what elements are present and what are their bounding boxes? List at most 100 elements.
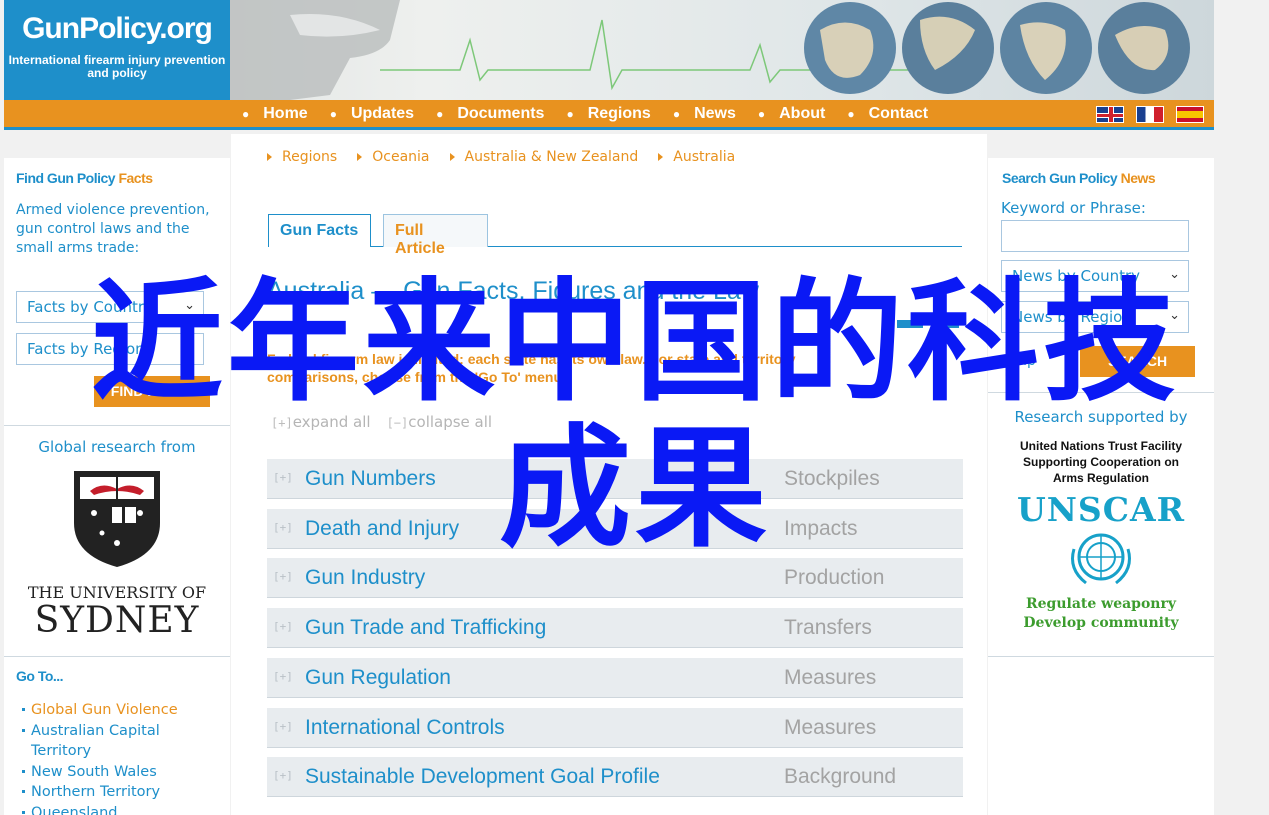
bullet-icon: ● xyxy=(566,107,574,121)
crumb-label: Regions xyxy=(282,149,338,165)
university-line2: SYDNEY xyxy=(34,600,200,641)
goto-title: Go To... xyxy=(16,668,64,684)
nav-contact[interactable]: ● Contact xyxy=(847,105,928,123)
globe-icon xyxy=(902,2,994,94)
facts-by-country-select[interactable]: Facts by Country ⌄ xyxy=(16,291,204,323)
help-link[interactable]: Help xyxy=(1004,353,1036,369)
expand-all-link[interactable]: [+]expand all xyxy=(271,413,371,431)
select-value: News by Country xyxy=(1012,267,1141,285)
bullet-icon: ● xyxy=(757,107,766,121)
nav-label: About xyxy=(779,105,826,122)
nav-home[interactable]: ● Home xyxy=(242,105,308,123)
divider xyxy=(988,392,1214,393)
section-label: International Controls xyxy=(305,716,505,739)
select-value: News by Region xyxy=(1012,308,1132,326)
breadcrumb-regions[interactable]: Regions xyxy=(267,149,337,165)
section-category: Production xyxy=(784,566,885,589)
unscar-line1: United Nations Trust Facility xyxy=(1019,439,1183,453)
chevron-down-icon: ⌄ xyxy=(1169,308,1180,323)
search-button[interactable]: SEARCH xyxy=(1080,346,1195,377)
globe-icon xyxy=(804,2,896,94)
research-supported-label: Research supported by xyxy=(1014,408,1188,426)
goto-item-global[interactable]: Global Gun Violence xyxy=(22,700,222,721)
title-accent: Facts xyxy=(118,170,153,186)
find-facts-description: Armed violence prevention, gun control l… xyxy=(16,202,210,256)
section-category: Impacts xyxy=(784,517,858,540)
breadcrumb-oceania[interactable]: Oceania xyxy=(357,149,430,165)
breadcrumb-anz[interactable]: Australia & New Zealand xyxy=(449,149,639,165)
tab-gun-facts[interactable]: Gun Facts xyxy=(268,214,371,247)
bullet-icon: ● xyxy=(847,107,855,121)
expand-icon: [+] xyxy=(273,769,293,782)
nav-label: Contact xyxy=(868,105,929,122)
intro-text: Federal firearm law is limited: each sta… xyxy=(267,351,796,385)
section-gun-trade[interactable]: [+] Gun Trade and Trafficking Transfers xyxy=(267,608,963,648)
uk-flag-icon[interactable] xyxy=(1096,106,1124,123)
university-of-sydney-logo[interactable]: THE UNIVERSITY OF SYDNEY xyxy=(22,463,212,641)
site-logo[interactable]: GunPolicy.org International firearm inju… xyxy=(4,0,230,100)
unscar-logo[interactable]: United Nations Trust Facility Supporting… xyxy=(988,438,1214,633)
nav-news[interactable]: ● News xyxy=(673,105,736,123)
title-accent: News xyxy=(1120,170,1156,186)
chevron-down-icon: ⌄ xyxy=(184,340,195,355)
search-news-title: Search Gun Policy News xyxy=(1002,170,1156,186)
collapse-icon: [−] xyxy=(386,416,409,430)
news-by-region-select[interactable]: News by Region ⌄ xyxy=(1001,301,1189,333)
bullet-icon: ● xyxy=(436,107,444,121)
page-title: Australia — Gun Facts, Figures and the L… xyxy=(267,277,759,305)
section-international-controls[interactable]: [+] International Controls Measures xyxy=(267,708,963,748)
goto-item-act[interactable]: Australian Capital Territory xyxy=(22,721,222,762)
section-label: Sustainable Development Goal Profile xyxy=(305,765,660,788)
share-icon[interactable] xyxy=(897,320,923,328)
nav-documents[interactable]: ● Documents xyxy=(436,105,544,123)
section-label: Gun Regulation xyxy=(305,666,451,689)
crest-icon xyxy=(74,471,160,567)
bullet-icon: ● xyxy=(242,107,250,121)
crumb-label: Oceania xyxy=(372,149,430,165)
globe-icon xyxy=(1000,2,1092,94)
expand-icon: [+] xyxy=(273,570,293,583)
un-emblem-icon xyxy=(1071,533,1131,585)
keyword-input[interactable] xyxy=(1001,220,1189,252)
goto-item-nsw[interactable]: New South Wales xyxy=(22,762,222,783)
unscar-line3: Arms Regulation xyxy=(1052,471,1149,485)
triangle-right-icon xyxy=(449,153,455,161)
section-gun-regulation[interactable]: [+] Gun Regulation Measures xyxy=(267,658,963,698)
expand-label: expand all xyxy=(292,413,371,431)
globe-icon xyxy=(1098,2,1190,94)
divider xyxy=(988,656,1214,657)
goto-item-qld[interactable]: Queensland xyxy=(22,803,222,815)
tab-full-article[interactable]: Full Article xyxy=(383,214,488,257)
section-gun-numbers[interactable]: [+] Gun Numbers Stockpiles xyxy=(267,459,963,499)
expand-icon: [+] xyxy=(273,620,293,633)
france-flag-icon[interactable] xyxy=(1136,106,1164,123)
find-facts-button[interactable]: FIND FACTS xyxy=(94,376,210,407)
title-part: Search Gun Policy xyxy=(1002,170,1121,186)
nav-about[interactable]: ● About xyxy=(758,105,825,123)
news-by-country-select[interactable]: News by Country ⌄ xyxy=(1001,260,1189,292)
nav-regions[interactable]: ● Regions xyxy=(566,105,650,123)
expand-icon: [+] xyxy=(271,416,293,430)
nav-updates[interactable]: ● Updates xyxy=(330,105,414,123)
section-label: Gun Numbers xyxy=(305,467,436,490)
spain-flag-icon[interactable] xyxy=(1176,106,1204,123)
facts-by-region-select[interactable]: Facts by Region ⌄ xyxy=(16,333,204,365)
share-icons[interactable] xyxy=(897,320,959,328)
divider xyxy=(4,656,230,657)
breadcrumb-australia[interactable]: Australia xyxy=(658,149,735,165)
global-research-label: Global research from xyxy=(38,438,196,456)
collapse-all-link[interactable]: [−]collapse all xyxy=(387,413,493,431)
section-sdg-profile[interactable]: [+] Sustainable Development Goal Profile… xyxy=(267,757,963,797)
crumb-label: Australia & New Zealand xyxy=(464,149,639,165)
language-flags xyxy=(1096,106,1204,123)
triangle-right-icon xyxy=(658,153,664,161)
section-gun-industry[interactable]: [+] Gun Industry Production xyxy=(267,558,963,598)
share-icon[interactable] xyxy=(933,320,959,328)
banner-image xyxy=(230,0,1190,100)
goto-item-nt[interactable]: Northern Territory xyxy=(22,782,222,803)
title-part: Find Gun Policy xyxy=(16,170,119,186)
unscar-line2: Supporting Cooperation on xyxy=(1023,455,1179,469)
section-death-and-injury[interactable]: [+] Death and Injury Impacts xyxy=(267,509,963,549)
content-tabs: Gun Facts Full Article xyxy=(268,214,962,257)
triangle-right-icon xyxy=(267,153,272,161)
